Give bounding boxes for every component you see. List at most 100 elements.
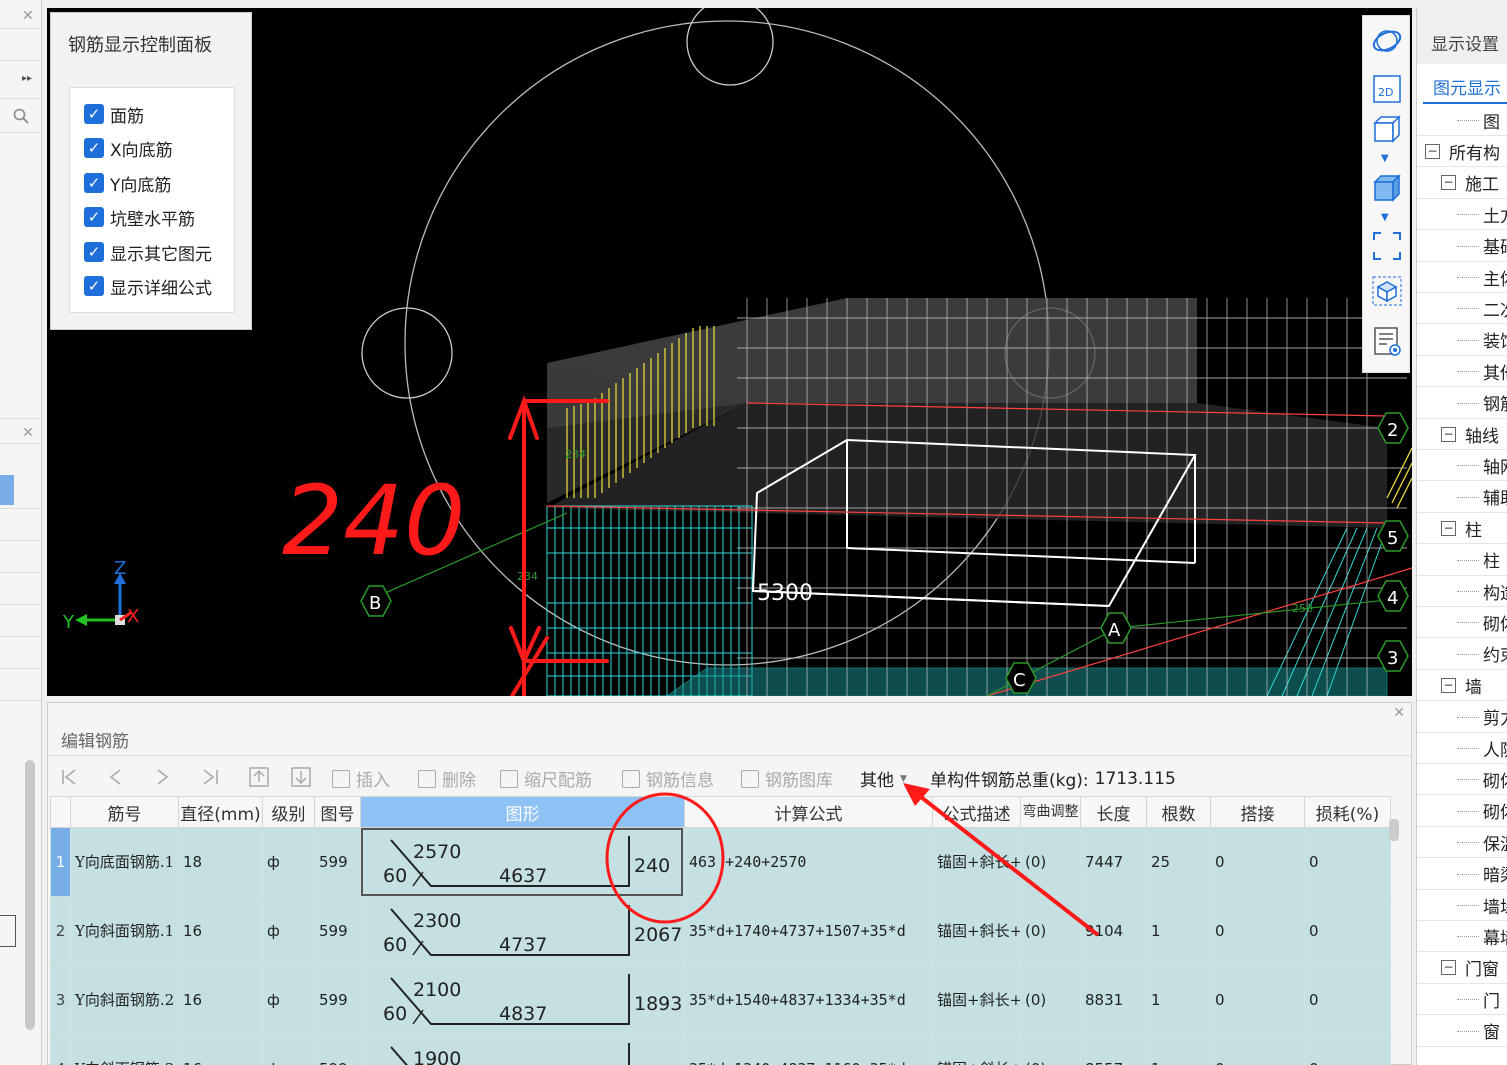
orbit-handle[interactable] — [361, 307, 453, 399]
column-header[interactable]: 长度 — [1080, 796, 1147, 828]
column-header[interactable]: 公式描述 — [932, 796, 1021, 828]
2d-view-icon[interactable]: 2D — [1370, 72, 1404, 106]
tree-item[interactable]: 构造 — [1417, 576, 1507, 607]
grade-cell[interactable]: ф — [262, 827, 315, 897]
fullscreen-icon[interactable] — [1370, 229, 1404, 263]
formula-cell[interactable]: 35*d+1340+4837+1160+35*d — [684, 1034, 933, 1065]
table-row[interactable]: 3 Y向斜面钢筋.2 16 ф 599 2100 60 4837 1893 35*d+1540+4… — [50, 965, 1391, 1035]
column-header[interactable]: 级别 — [262, 796, 315, 828]
tree-item[interactable]: 钢筋 — [1417, 388, 1507, 419]
count-cell[interactable]: 1 — [1146, 1034, 1211, 1065]
checkbox-icon[interactable]: ✓ — [84, 104, 104, 124]
scale-rebar-button[interactable]: 缩尺配筋 — [500, 766, 592, 791]
count-cell[interactable]: 1 — [1146, 896, 1211, 966]
column-header[interactable]: 弯曲调整 — [1020, 796, 1081, 828]
shaded-box-icon[interactable] — [1370, 171, 1404, 205]
checkbox-icon[interactable]: ✓ — [84, 173, 104, 193]
orbit-icon[interactable] — [1370, 24, 1404, 58]
grade-cell[interactable]: ф — [262, 1034, 315, 1065]
move-up-icon[interactable] — [248, 766, 270, 788]
lap-cell[interactable]: 0 — [1210, 965, 1305, 1035]
lap-cell[interactable]: 0 — [1210, 827, 1305, 897]
formula-description-cell[interactable]: 锚固+斜长+水平… — [932, 896, 1021, 966]
previous-record-icon[interactable] — [106, 767, 126, 787]
collapse-icon[interactable]: − — [1441, 677, 1456, 693]
collapse-icon[interactable]: − — [1441, 426, 1456, 442]
rebar-name-cell[interactable]: Y向斜面钢筋.3 — [70, 1034, 179, 1065]
bend-adjust-cell[interactable]: (0) — [1020, 827, 1081, 897]
close-icon[interactable]: ✕ — [22, 425, 34, 441]
formula-cell[interactable]: 35*d+1540+4837+1334+35*d — [684, 965, 933, 1035]
length-cell[interactable]: 8831 — [1080, 965, 1147, 1035]
tree-item[interactable]: 图 — [1417, 105, 1507, 136]
tree-item[interactable]: 轴网 — [1417, 450, 1507, 482]
bend-adjust-cell[interactable]: (0) — [1020, 896, 1081, 966]
tree-item[interactable]: 人防 — [1417, 733, 1507, 764]
scrollbar[interactable] — [1389, 819, 1399, 841]
length-cell[interactable]: 8557 — [1080, 1034, 1147, 1065]
loss-cell[interactable]: 0 — [1304, 1034, 1391, 1065]
tree-item[interactable]: − 门窗 — [1417, 953, 1507, 984]
rebar-info-button[interactable]: 钢筋信息 — [622, 766, 714, 791]
formula-cell[interactable]: 463 +240+2570 — [684, 827, 933, 897]
tree-item[interactable]: 窗 — [1417, 1016, 1507, 1047]
tree-item[interactable]: − 施工 — [1417, 168, 1507, 199]
tree-item[interactable]: 砌体 — [1417, 764, 1507, 796]
checkbox-icon[interactable]: ✓ — [84, 207, 104, 227]
row-index[interactable]: 1 — [50, 827, 71, 897]
lap-cell[interactable]: 0 — [1210, 896, 1305, 966]
grade-cell[interactable]: ф — [262, 896, 315, 966]
count-cell[interactable]: 25 — [1146, 827, 1211, 897]
shape-cell[interactable]: 2100 60 4837 1893 — [360, 965, 685, 1035]
view-cube-icon[interactable] — [1370, 274, 1404, 308]
checkbox-pit-wall-rebar[interactable]: ✓ 坑壁水平筋 — [84, 205, 195, 230]
bend-adjust-cell[interactable]: (0) — [1020, 965, 1081, 1035]
chevron-down-icon[interactable]: ▼ — [1381, 212, 1389, 223]
figure-number-cell[interactable]: 599 — [314, 827, 361, 897]
formula-description-cell[interactable]: 锚固+斜长+水平… — [932, 1034, 1021, 1065]
shape-cell[interactable]: 19006048371720 — [360, 1034, 685, 1065]
count-cell[interactable]: 1 — [1146, 965, 1211, 1035]
box-view-icon[interactable] — [1370, 112, 1404, 146]
checkbox-x-bottom-rebar[interactable]: ✓ X向底筋 — [84, 136, 173, 161]
tree-item[interactable]: 辅助 — [1417, 482, 1507, 513]
tree-item[interactable]: − 所有构 — [1417, 136, 1507, 168]
column-header[interactable]: 计算公式 — [684, 796, 933, 828]
tree-item[interactable]: 主体 — [1417, 262, 1507, 293]
shape-cell[interactable]: 2570 60 4637 240 — [360, 827, 685, 897]
lap-cell[interactable]: 0 — [1210, 1034, 1305, 1065]
bend-adjust-cell[interactable]: (0) — [1020, 1034, 1081, 1065]
checkbox-icon[interactable]: ✓ — [84, 276, 104, 296]
column-header[interactable]: 搭接 — [1210, 796, 1305, 828]
display-list-icon[interactable] — [1370, 324, 1404, 358]
rebar-name-cell[interactable]: Y向底面钢筋.1 — [70, 827, 179, 897]
tree-item[interactable]: 土方 — [1417, 199, 1507, 231]
diameter-cell[interactable]: 16 — [178, 965, 263, 1035]
checkbox-icon[interactable]: ✓ — [84, 138, 104, 158]
next-record-icon[interactable] — [152, 767, 172, 787]
table-row[interactable]: 4Y向斜面钢筋.316ф599 1900604837172035*d+1340+4… — [50, 1034, 1391, 1065]
formula-description-cell[interactable]: 锚固+斜长+水平… — [932, 827, 1021, 897]
tree-item[interactable]: 暗梁 — [1417, 859, 1507, 890]
checkbox-face-rebar[interactable]: ✓ 面筋 — [84, 102, 144, 127]
shape-cell[interactable]: 2300 60 4737 2067 — [360, 896, 685, 966]
delete-button[interactable]: 删除 — [418, 766, 476, 791]
row-index[interactable]: 2 — [50, 896, 71, 966]
loss-cell[interactable]: 0 — [1304, 896, 1391, 966]
table-row[interactable]: 2 Y向斜面钢筋.1 16 ф 599 2300 60 4737 2067 35*d+1740+4… — [50, 896, 1391, 966]
tree-item[interactable]: 幕墙 — [1417, 921, 1507, 953]
collapse-icon[interactable]: − — [1441, 520, 1456, 536]
orbit-handle[interactable] — [686, 8, 774, 86]
collapse-icon[interactable]: − — [1441, 960, 1456, 976]
tree-item[interactable]: − 墙 — [1417, 670, 1507, 702]
rebar-library-button[interactable]: 钢筋图库 — [741, 766, 833, 791]
formula-description-cell[interactable]: 锚固+斜长+水平… — [932, 965, 1021, 1035]
close-icon[interactable]: ✕ — [1393, 705, 1405, 721]
tree-item[interactable]: 二次 — [1417, 293, 1507, 325]
expand-icon[interactable]: ▸▸ — [22, 73, 32, 84]
collapse-icon[interactable]: − — [1441, 175, 1456, 191]
column-header[interactable]: 筋号 — [70, 796, 179, 828]
figure-number-cell[interactable]: 599 — [314, 1034, 361, 1065]
checkbox-show-other-elements[interactable]: ✓ 显示其它图元 — [84, 240, 212, 265]
tree-item[interactable]: 其他 — [1417, 356, 1507, 388]
